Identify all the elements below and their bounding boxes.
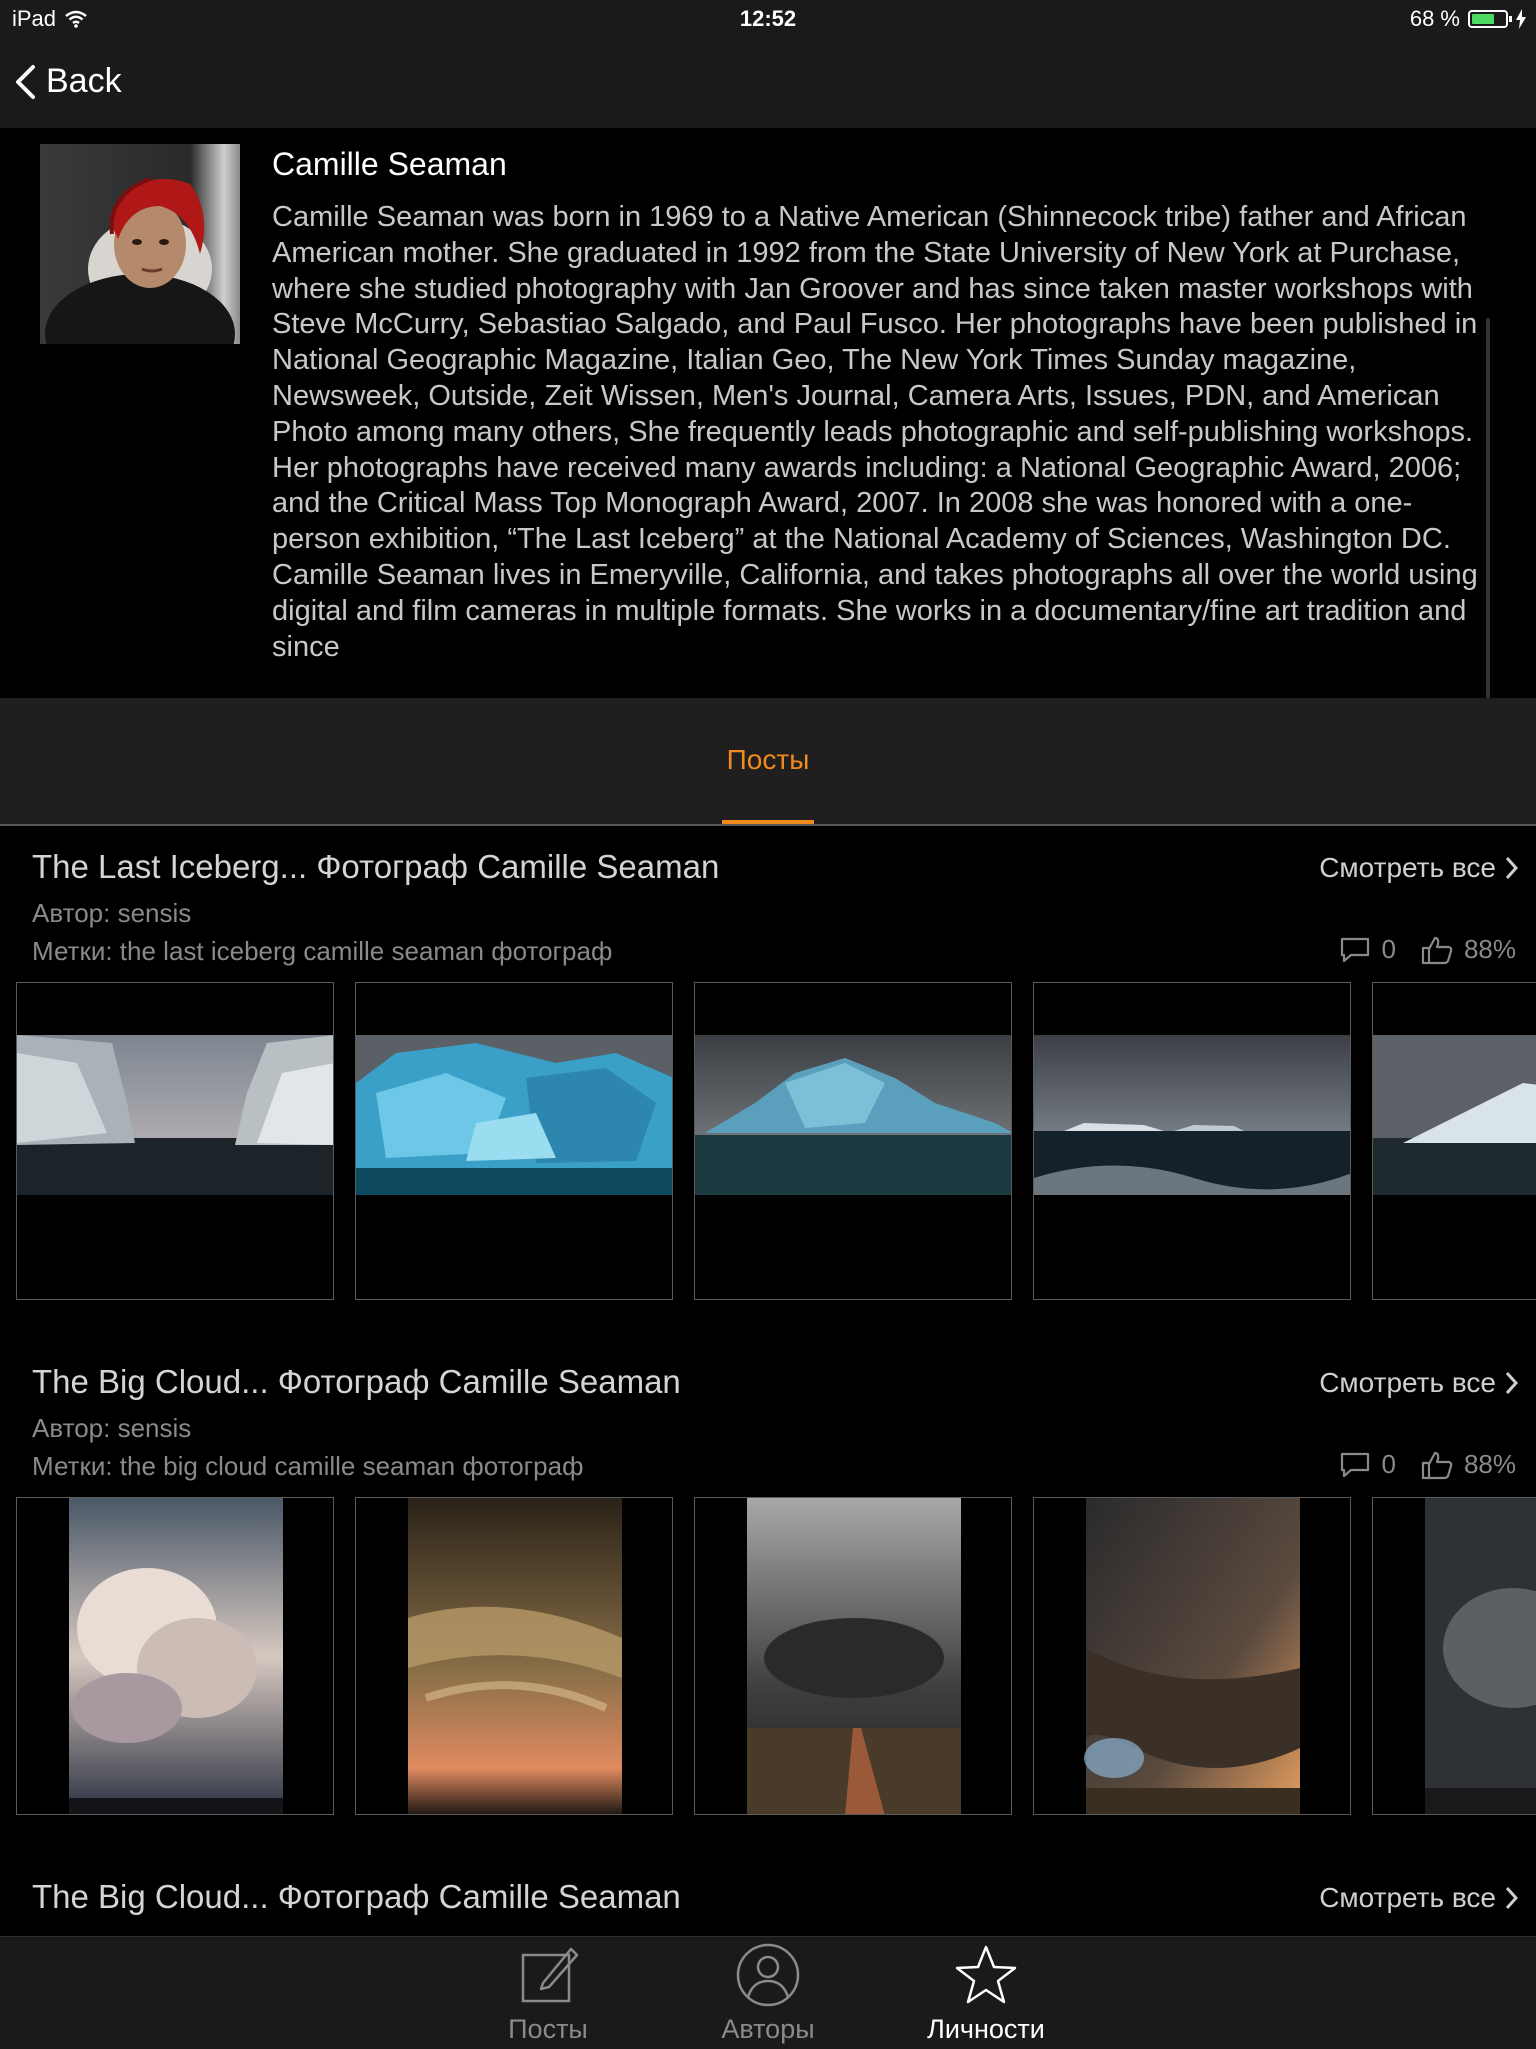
iceberg-photo: [17, 1035, 333, 1195]
like-percent: 88%: [1463, 1449, 1516, 1479]
profile-name: Camille Seaman: [272, 146, 507, 182]
iceberg-photo: [695, 1035, 1011, 1195]
battery-tip: [1509, 16, 1512, 22]
charging-icon: [1516, 9, 1526, 29]
post-thumbnail[interactable]: [1033, 1497, 1351, 1815]
status-right: 68 %: [1410, 6, 1526, 32]
post-tags: Метки: the last iceberg camille seaman ф…: [32, 936, 613, 966]
comment-icon: [1341, 937, 1370, 962]
compose-icon: [521, 1947, 579, 2003]
post-thumbnail[interactable]: [1033, 982, 1351, 1300]
iceberg-photo: [1373, 1035, 1536, 1195]
battery-level: [1472, 14, 1494, 24]
comment-count: 0: [1381, 1449, 1396, 1479]
see-all-label: Смотреть все: [1319, 1367, 1496, 1398]
post-thumbnail[interactable]: [1372, 1497, 1536, 1815]
see-all-label: Смотреть все: [1319, 1882, 1496, 1913]
comment-count: 0: [1381, 934, 1396, 964]
chevron-right-icon: [1505, 856, 1518, 880]
cloud-photo: [408, 1498, 622, 1814]
person-icon: [736, 1943, 800, 2007]
thumbnail-strip[interactable]: [16, 982, 1536, 1302]
post-author: Автор: sensis: [32, 1413, 192, 1443]
post-stats: 0 88%: [1339, 934, 1516, 965]
back-label: Back: [46, 62, 122, 100]
cloud-photo: [747, 1498, 961, 1814]
tab-posts[interactable]: Посты: [0, 744, 1536, 776]
see-all-button[interactable]: Смотреть все: [1319, 852, 1518, 884]
post-thumbnail[interactable]: [355, 1497, 673, 1815]
tab-label: Посты: [508, 2014, 588, 2044]
tab-label: Личности: [927, 2014, 1045, 2044]
post-section: The Big Cloud... Фотограф Camille Seaman…: [0, 1363, 1536, 1823]
post-title[interactable]: The Big Cloud... Фотограф Camille Seaman: [32, 1363, 681, 1401]
tab-label: Авторы: [721, 2014, 815, 2044]
post-thumbnail[interactable]: [694, 982, 1012, 1300]
post-stats: 0 88%: [1339, 1449, 1516, 1480]
tab-bar: Посты Авторы Личности: [0, 1936, 1536, 2049]
see-all-button[interactable]: Смотреть все: [1319, 1367, 1518, 1399]
post-thumbnail[interactable]: [1372, 982, 1536, 1300]
battery-percentage: 68 %: [1409, 6, 1460, 31]
post-thumbnail[interactable]: [16, 1497, 334, 1815]
cloud-photo: [1084, 1498, 1300, 1814]
tab-posts-button[interactable]: Посты: [468, 1943, 628, 2045]
tab-authors-button[interactable]: Авторы: [688, 1943, 848, 2045]
battery-icon: [1468, 10, 1512, 28]
post-section: The Last Iceberg... Фотограф Camille Sea…: [0, 848, 1536, 1308]
chevron-right-icon: [1505, 1371, 1518, 1395]
post-thumbnail[interactable]: [694, 1497, 1012, 1815]
content-tabs: Посты: [0, 698, 1536, 826]
post-title[interactable]: The Last Iceberg... Фотограф Camille Sea…: [32, 848, 719, 886]
chevron-right-icon: [1505, 1886, 1518, 1910]
post-thumbnail[interactable]: [16, 982, 334, 1300]
like-percent: 88%: [1463, 934, 1516, 964]
chevron-left-icon: [16, 64, 35, 99]
post-title[interactable]: The Big Cloud... Фотограф Camille Seaman: [32, 1878, 681, 1916]
comment-icon: [1341, 1452, 1370, 1477]
avatar: [40, 144, 240, 344]
tab-indicator: [722, 820, 814, 824]
thumbnail-strip[interactable]: [16, 1497, 1536, 1817]
navigation-bar: Back: [0, 40, 1536, 128]
thumbs-up-icon: [1421, 936, 1453, 964]
post-thumbnail[interactable]: [355, 982, 673, 1300]
post-tags: Метки: the big cloud camille seaman фото…: [32, 1451, 584, 1481]
cloud-photo: [69, 1498, 283, 1814]
avatar-photo: [40, 144, 240, 344]
bio-text: Camille Seaman was born in 1969 to a Nat…: [272, 201, 1478, 663]
thumbs-up-icon: [1421, 1451, 1453, 1479]
iceberg-photo: [356, 1035, 672, 1195]
post-author: Автор: sensis: [32, 898, 192, 928]
profile-header: Camille Seaman Camille Seaman was born i…: [0, 128, 1536, 718]
tab-personalities-button[interactable]: Личности: [906, 1943, 1066, 2045]
status-time: 12:52: [739, 6, 797, 31]
star-icon: [955, 1945, 1017, 2004]
status-bar: iPad 12:52 68 %: [0, 0, 1536, 40]
bio-scrollbar[interactable]: [1486, 318, 1490, 718]
see-all-button[interactable]: Смотреть все: [1319, 1882, 1518, 1914]
see-all-label: Смотреть все: [1319, 852, 1496, 883]
back-button[interactable]: Back: [14, 62, 122, 101]
iceberg-photo: [1034, 1035, 1350, 1195]
cloud-photo: [1425, 1498, 1536, 1814]
post-section: The Big Cloud... Фотограф Camille Seaman…: [0, 1878, 1536, 1936]
